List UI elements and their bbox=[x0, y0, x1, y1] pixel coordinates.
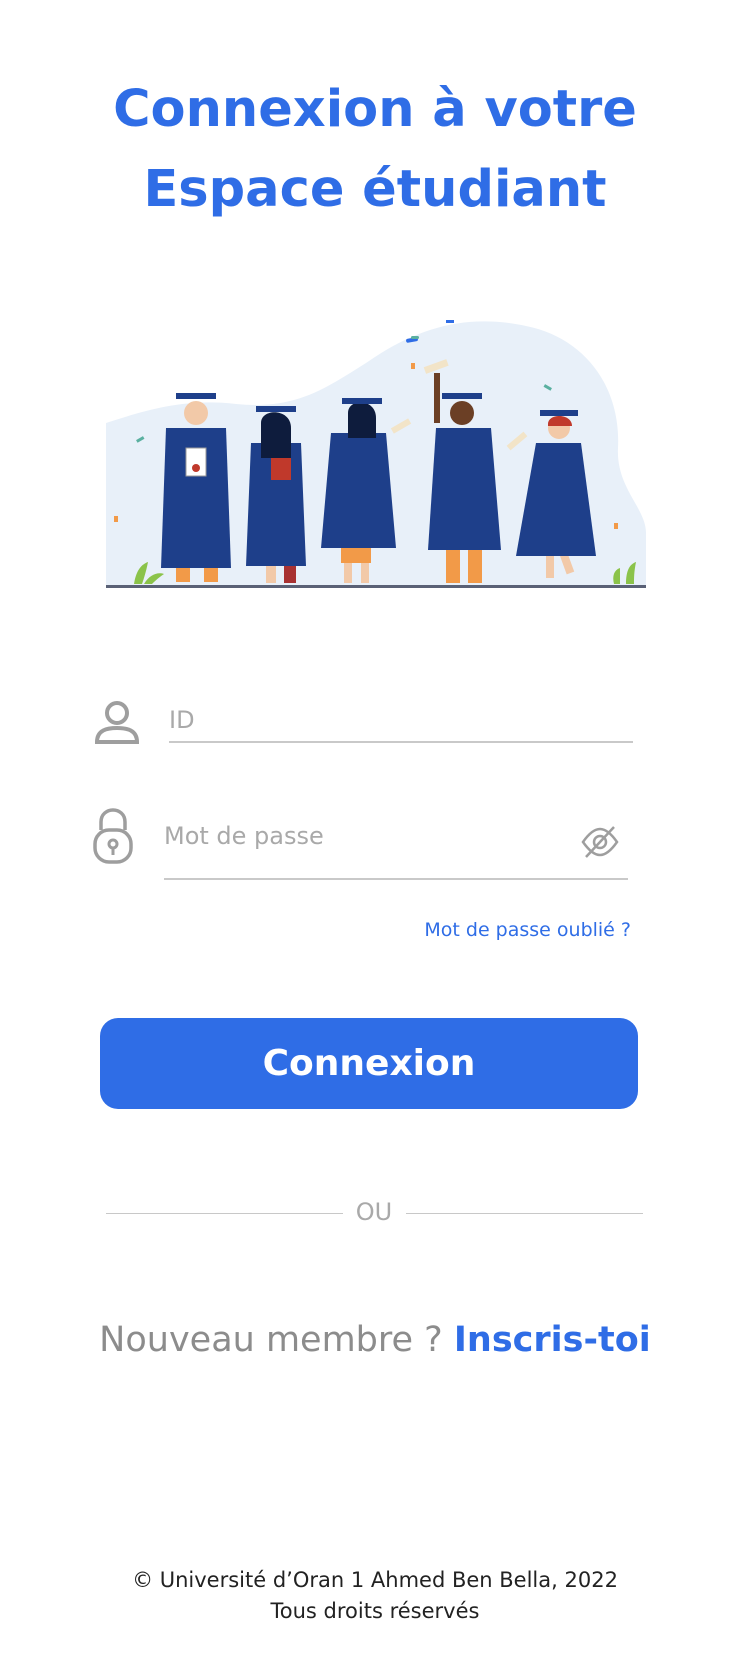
signup-prompt: Nouveau membre ? Inscris-toi bbox=[0, 1320, 750, 1360]
id-input[interactable] bbox=[169, 700, 633, 739]
password-input[interactable] bbox=[164, 812, 544, 860]
page-title: Connexion à votre Espace étudiant bbox=[0, 70, 750, 230]
footer-rights: Tous droits réservés bbox=[270, 1599, 480, 1623]
id-field bbox=[169, 700, 633, 743]
footer-copyright: © Université d’Oran 1 Ahmed Ben Bella, 2… bbox=[132, 1568, 618, 1592]
title-line-2: Espace étudiant bbox=[143, 160, 607, 219]
signup-question: Nouveau membre ? bbox=[99, 1320, 443, 1360]
eye-off-icon[interactable] bbox=[580, 824, 620, 860]
title-line-1: Connexion à votre bbox=[113, 80, 637, 139]
graduates-illustration bbox=[106, 320, 646, 588]
signup-link[interactable]: Inscris-toi bbox=[454, 1320, 651, 1360]
password-field bbox=[164, 812, 628, 880]
divider-line-left bbox=[106, 1213, 343, 1214]
divider-label: OU bbox=[355, 1198, 393, 1226]
user-icon bbox=[95, 701, 139, 744]
forgot-password-link[interactable]: Mot de passe oublié ? bbox=[424, 919, 631, 941]
lock-icon bbox=[93, 808, 133, 864]
footer: © Université d’Oran 1 Ahmed Ben Bella, 2… bbox=[0, 1565, 750, 1627]
divider-line-right bbox=[406, 1213, 643, 1214]
login-button[interactable]: Connexion bbox=[100, 1018, 638, 1109]
